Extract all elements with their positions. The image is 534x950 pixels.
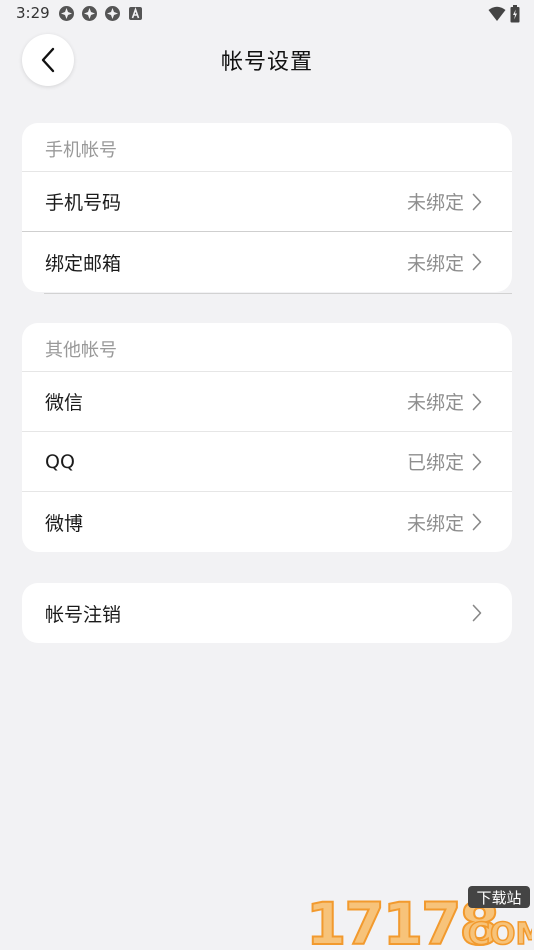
row-weibo[interactable]: 微博 未绑定 <box>22 492 512 552</box>
system-icons <box>488 5 520 23</box>
row-label: 微博 <box>45 512 84 535</box>
a-icon <box>129 7 142 20</box>
row-value: 未绑定 <box>406 392 464 414</box>
chevron-right-icon <box>472 253 482 271</box>
watermark-logo: 17178 下载站 COM <box>305 886 532 950</box>
row-phone-number[interactable]: 手机号码 未绑定 <box>22 172 512 232</box>
watermark-domain: COM <box>468 917 532 950</box>
watermark-badge: 下载站 <box>476 889 521 907</box>
row-account-cancel[interactable]: 帐号注销 <box>22 583 512 643</box>
app-icon <box>59 6 74 21</box>
row-value: 未绑定 <box>406 252 464 275</box>
section-divider <box>44 293 512 294</box>
chevron-right-icon <box>472 604 482 622</box>
notification-icons <box>58 5 144 22</box>
chevron-right-icon <box>472 453 482 470</box>
row-value: 已绑定 <box>406 452 464 474</box>
chevron-right-icon <box>472 393 482 410</box>
status-bar: 3:29 <box>0 0 534 28</box>
battery-icon <box>510 5 520 23</box>
wifi-icon <box>488 6 506 21</box>
row-label: 手机号码 <box>45 192 122 214</box>
row-label: 绑定邮箱 <box>45 252 122 275</box>
row-qq[interactable]: QQ 已绑定 <box>22 432 512 492</box>
section-header-phone: 手机帐号 <box>22 123 512 172</box>
row-label: 帐号注销 <box>45 603 122 626</box>
chevron-right-icon <box>472 193 482 210</box>
status-time: 3:29 <box>16 4 50 22</box>
row-label: QQ <box>45 450 75 473</box>
section-header-other: 其他帐号 <box>22 323 512 372</box>
app-icon <box>82 6 97 21</box>
other-accounts-card: 其他帐号 微信 未绑定 QQ 已绑定 微博 未绑定 <box>22 323 512 552</box>
row-label: 微信 <box>45 392 84 414</box>
app-icon <box>105 6 120 21</box>
row-wechat[interactable]: 微信 未绑定 <box>22 372 512 432</box>
account-cancel-card: 帐号注销 <box>22 583 512 643</box>
chevron-right-icon <box>472 513 482 531</box>
row-value: 未绑定 <box>406 192 464 214</box>
phone-account-card: 手机帐号 手机号码 未绑定 绑定邮箱 未绑定 <box>22 123 512 292</box>
row-value: 未绑定 <box>406 512 464 535</box>
page-title: 帐号设置 <box>220 50 313 75</box>
row-bind-email[interactable]: 绑定邮箱 未绑定 <box>22 232 512 292</box>
